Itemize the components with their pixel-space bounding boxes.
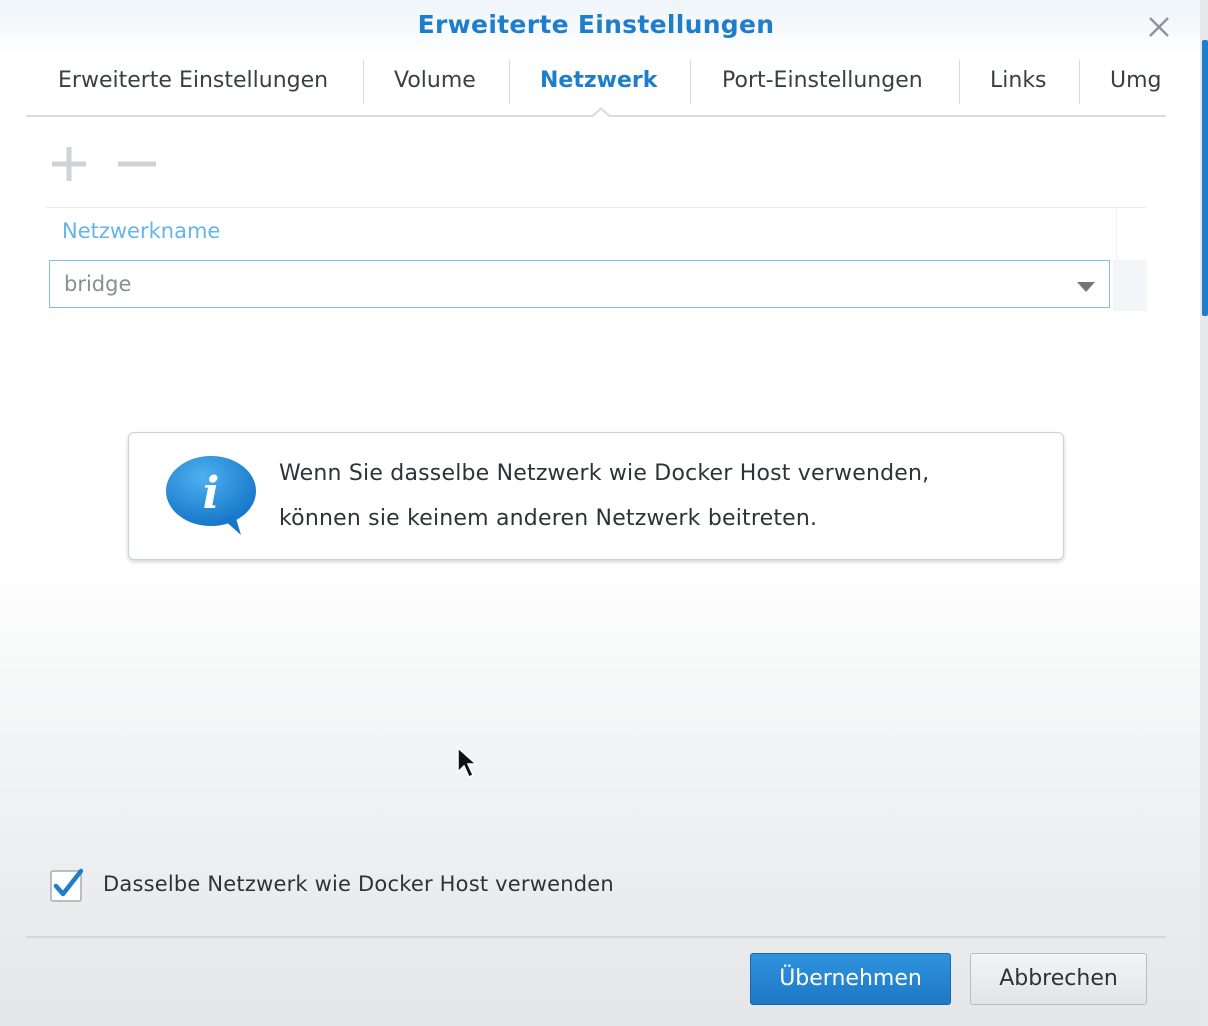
advanced-settings-dialog: Erweiterte Einstellungen Erweiterte Eins… [0, 0, 1208, 1026]
add-network-button[interactable] [50, 145, 88, 183]
tab-separator [1079, 60, 1080, 104]
cancel-button[interactable]: Abbrechen [970, 953, 1147, 1005]
remove-network-button[interactable] [118, 145, 156, 183]
title-bar: Erweiterte Einstellungen [0, 0, 1208, 56]
row-action-cell [1113, 260, 1147, 311]
svg-text:i: i [203, 468, 220, 519]
info-text-line-1: Wenn Sie dasselbe Netzwerk wie Docker Ho… [279, 461, 930, 486]
chevron-down-icon[interactable] [1076, 281, 1096, 293]
footer-divider [26, 936, 1166, 938]
network-name-select[interactable]: bridge [49, 260, 1110, 308]
tab-links[interactable]: Links [990, 56, 1047, 106]
minus-icon [118, 161, 156, 167]
tab-separator [509, 60, 510, 104]
info-message-box: i Wenn Sie dasselbe Netzwerk wie Docker … [128, 432, 1064, 560]
tab-advanced-settings[interactable]: Erweiterte Einstellungen [58, 56, 328, 106]
tab-separator [690, 60, 691, 104]
active-tab-indicator-fill [593, 110, 609, 117]
mouse-pointer-icon [457, 746, 478, 779]
apply-button[interactable]: Übernehmen [750, 953, 951, 1005]
info-text-line-2: können sie keinem anderen Netzwerk beitr… [279, 506, 818, 531]
host-network-label[interactable]: Dasselbe Netzwerk wie Docker Host verwen… [103, 872, 614, 896]
table-border [46, 207, 1146, 208]
column-header-network-name: Netzwerkname [62, 219, 221, 243]
plus-icon [52, 147, 86, 181]
tab-port-settings[interactable]: Port-Einstellungen [722, 56, 923, 106]
tab-volume[interactable]: Volume [394, 56, 476, 106]
dialog-title: Erweiterte Einstellungen [417, 10, 775, 39]
network-select-value: bridge [64, 272, 132, 296]
scrollbar-thumb[interactable] [1202, 40, 1208, 316]
tab-environment[interactable]: Umg [1110, 56, 1162, 106]
host-network-checkbox[interactable] [50, 868, 84, 902]
info-speech-bubble-icon: i [166, 456, 256, 535]
tab-separator [363, 60, 364, 104]
tab-network[interactable]: Netzwerk [540, 56, 657, 106]
tab-separator [959, 60, 960, 104]
close-icon[interactable] [1144, 12, 1174, 42]
column-separator [1116, 208, 1117, 260]
